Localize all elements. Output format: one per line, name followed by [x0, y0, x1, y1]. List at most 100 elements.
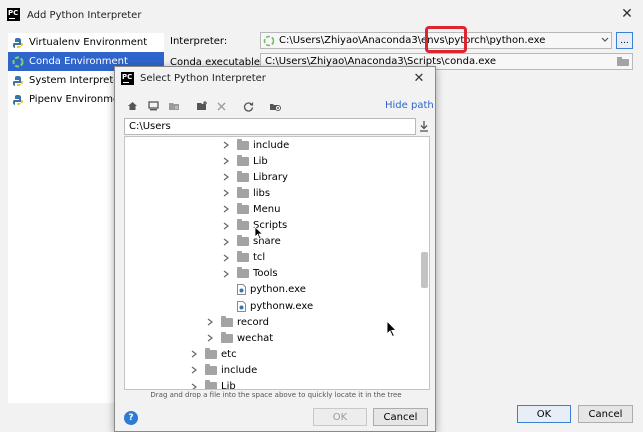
tree-folder-row[interactable]: Menu [221, 201, 280, 217]
help-label: ? [128, 413, 134, 423]
toolbar [125, 99, 295, 113]
window-title: Add Python Interpreter [27, 10, 142, 21]
tree-folder-row[interactable]: include [189, 362, 257, 378]
tree-item-label: Tools [253, 268, 278, 280]
sidebar-item-virtualenv[interactable]: Virtualenv Environment [8, 33, 164, 52]
folder-icon [221, 315, 233, 327]
tree-folder-row[interactable]: include [221, 137, 289, 153]
chevron-right-icon[interactable] [221, 221, 231, 231]
chevron-right-icon[interactable] [221, 253, 231, 263]
tree-folder-row[interactable]: tcl [221, 250, 265, 266]
mouse-pointer-icon [254, 226, 264, 243]
tree-folder-row[interactable]: share [221, 234, 281, 250]
folder-icon [205, 347, 217, 359]
chevron-right-icon[interactable] [189, 349, 199, 359]
tree-scrollbar-thumb[interactable] [421, 252, 428, 288]
folder-icon [205, 363, 217, 375]
download-icon[interactable] [418, 120, 430, 132]
conda-icon [12, 56, 24, 67]
tree-folder-row[interactable]: libs [221, 185, 270, 201]
dialog-title: Select Python Interpreter [140, 73, 266, 84]
new-folder-icon[interactable] [195, 99, 209, 113]
folder-icon [237, 186, 249, 198]
chevron-right-icon[interactable] [221, 237, 231, 247]
show-hidden-icon[interactable] [268, 99, 282, 113]
tree-folder-row[interactable]: Lib [189, 379, 236, 390]
delete-icon[interactable] [214, 99, 228, 113]
tree-folder-row[interactable]: Lib [221, 153, 268, 169]
drop-hint: Drag and drop a file into the space abov… [150, 391, 402, 399]
tree-item-label: record [237, 316, 269, 328]
folder-icon [237, 154, 249, 166]
chevron-right-icon[interactable] [221, 269, 231, 279]
app-logo: PC [121, 72, 134, 85]
chevron-right-icon[interactable] [221, 204, 231, 214]
chevron-right-icon[interactable] [205, 333, 215, 343]
cancel-button[interactable]: Cancel [578, 405, 633, 423]
close-window-icon[interactable]: ✕ [617, 5, 637, 23]
chevron-right-icon[interactable] [221, 188, 231, 198]
highlight-box [425, 26, 467, 53]
browse-interpreter-button[interactable]: ... [616, 32, 633, 49]
help-icon[interactable]: ? [124, 411, 138, 425]
tree-item-label: Lib [221, 381, 236, 390]
chevron-right-icon[interactable] [221, 172, 231, 182]
tree-folder-row[interactable]: Library [221, 169, 288, 185]
folder-icon [237, 267, 249, 279]
tree-folder-row[interactable]: Tools [221, 266, 278, 282]
tree-folder-row[interactable]: etc [189, 346, 237, 362]
close-dialog-icon[interactable]: ✕ [411, 70, 427, 86]
virtualenv-icon [13, 37, 23, 48]
chevron-right-icon[interactable] [221, 156, 231, 166]
path-value: C:\Users [129, 121, 171, 132]
python-file-icon [237, 300, 246, 312]
ok-button[interactable]: OK [517, 405, 571, 423]
chevron-right-icon[interactable] [189, 365, 199, 375]
tree-item-label: Library [253, 171, 288, 183]
folder-icon [221, 331, 233, 343]
tree-item-label: libs [253, 187, 271, 199]
tree-file-row[interactable]: pythonw.exe [221, 298, 313, 314]
folder-icon [237, 202, 249, 214]
tree-item-label: tcl [253, 252, 266, 264]
folder-icon[interactable] [617, 57, 629, 66]
path-input[interactable]: C:\Users [124, 118, 416, 135]
folder-icon [205, 380, 217, 389]
folder-icon [237, 219, 249, 230]
tree-folder-row[interactable]: record [205, 314, 269, 330]
pipenv-icon [13, 94, 23, 105]
tree-folder-row[interactable]: wechat [205, 330, 273, 346]
tree-item-label: wechat [237, 332, 274, 344]
home-icon[interactable] [125, 99, 139, 113]
hide-path-link[interactable]: Hide path [385, 100, 434, 111]
folder-icon [237, 138, 249, 150]
refresh-icon[interactable] [241, 99, 255, 113]
tree-item-label: include [221, 364, 258, 376]
select-interpreter-dialog: PC Select Python Interpreter ✕ Hide path… [114, 66, 436, 432]
tree-file-row[interactable]: python.exe [221, 282, 306, 298]
chevron-right-icon[interactable] [221, 140, 231, 150]
chevron-right-icon[interactable] [205, 317, 215, 327]
folder-icon [237, 235, 249, 247]
python-icon [13, 75, 23, 86]
dialog-ok-button[interactable]: OK [313, 408, 367, 426]
chevron-right-icon[interactable] [189, 382, 199, 389]
tree-item-label: pythonw.exe [250, 300, 314, 312]
mouse-pointer-icon [386, 319, 398, 341]
desktop-icon[interactable] [146, 99, 160, 113]
file-tree[interactable]: include Lib Library libs Menu Scripts share tcl… [124, 136, 430, 390]
interpreter-label: Interpreter: [170, 36, 228, 47]
tree-item-label: Lib [253, 155, 268, 167]
app-logo: PC [7, 8, 20, 21]
sidebar-item-label: System Interpreter [29, 75, 124, 86]
dialog-cancel-button[interactable]: Cancel [373, 408, 428, 426]
project-icon[interactable] [167, 99, 181, 113]
interpreter-value: C:\Users\Zhiyao\Anaconda3\envs\pytorch\p… [279, 35, 546, 46]
tree-item-label: python.exe [250, 284, 306, 296]
chevron-down-icon[interactable] [600, 35, 610, 45]
tree-item-label: Menu [253, 203, 281, 215]
folder-icon [237, 251, 249, 263]
sidebar-item-label: Virtualenv Environment [29, 37, 148, 48]
tree-item-label: etc [221, 348, 237, 360]
tree-item-label: include [253, 139, 290, 151]
